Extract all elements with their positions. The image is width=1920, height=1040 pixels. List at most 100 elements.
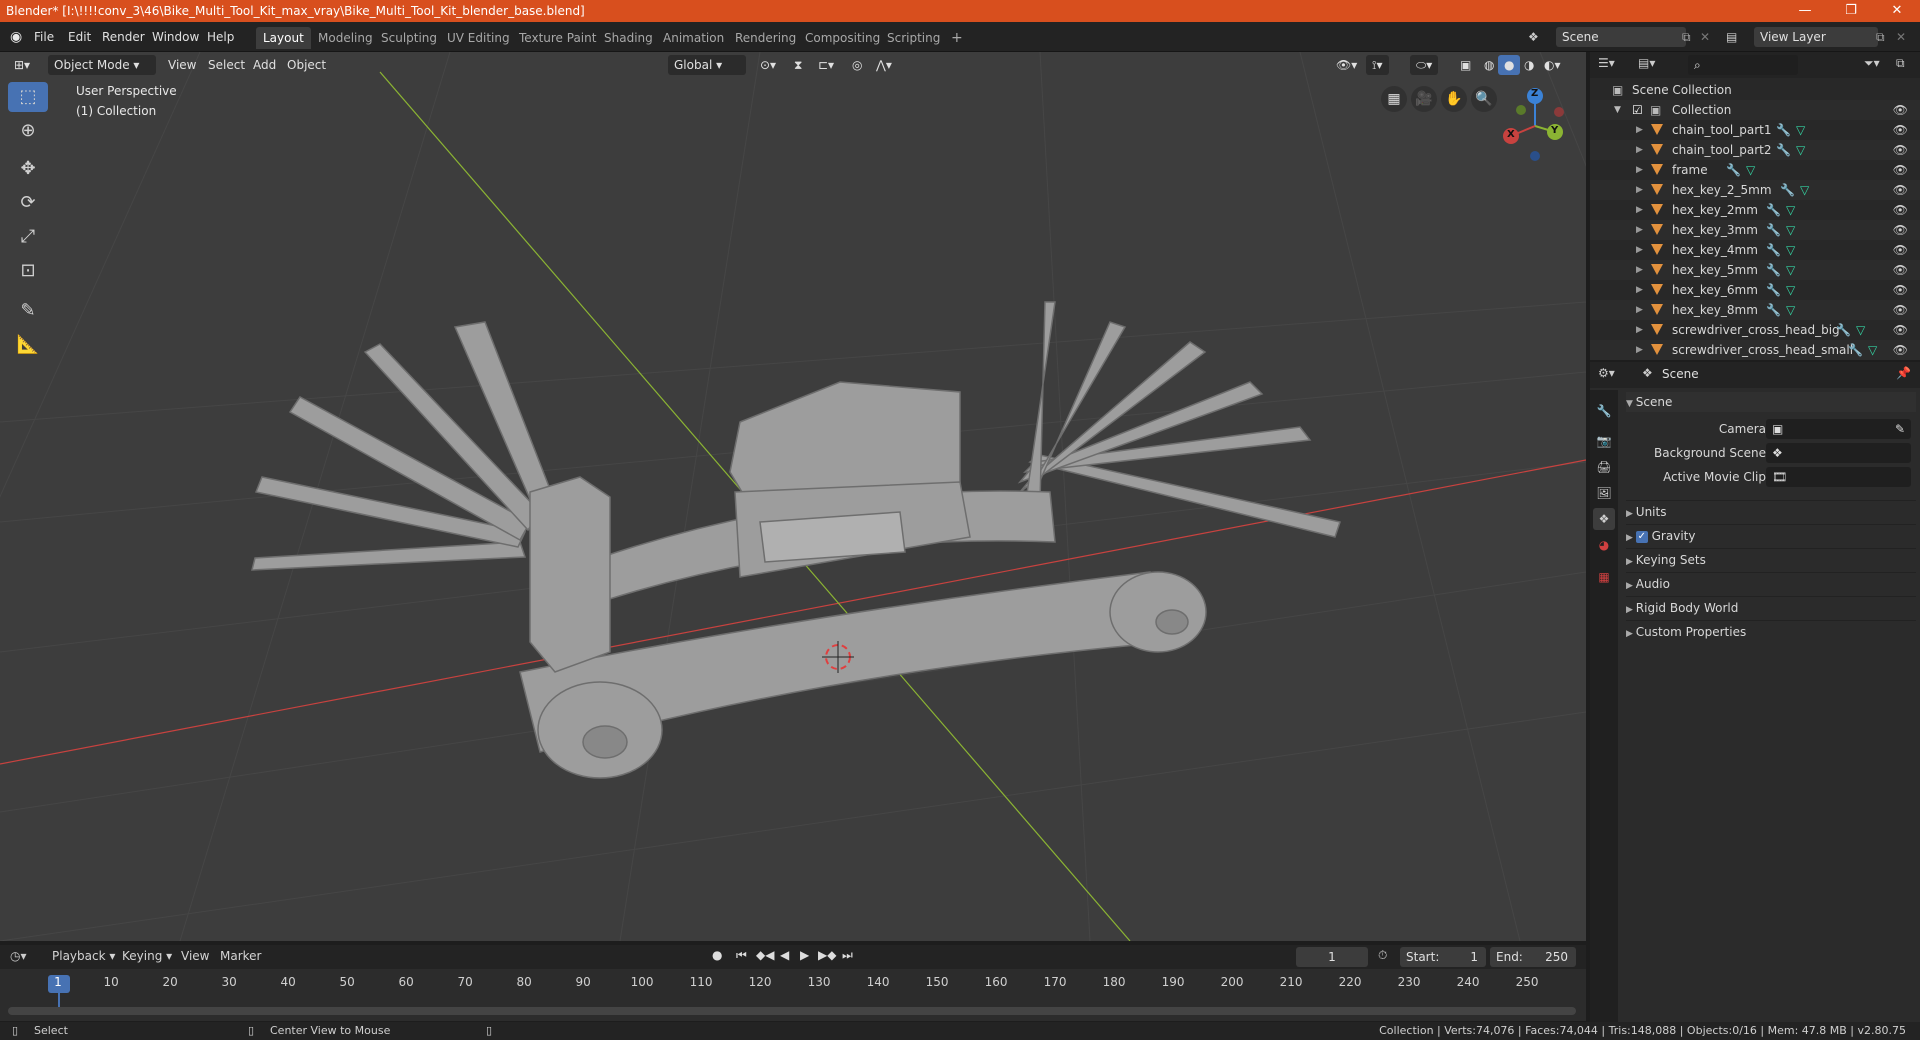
camera-field[interactable]: ▣ ✎ — [1766, 419, 1911, 439]
keying-menu[interactable]: Keying ▾ — [122, 949, 172, 963]
blender-logo-icon[interactable]: ◉ — [10, 28, 22, 46]
view-layer-field[interactable]: View Layer — [1754, 27, 1878, 47]
annotate-tool-icon[interactable]: ✎ — [8, 296, 48, 326]
visibility-icon[interactable]: 👁▾ — [1330, 55, 1363, 75]
mesh-data-icon[interactable]: ▽ — [1786, 240, 1795, 260]
mesh-data-icon[interactable]: ▽ — [1746, 160, 1755, 180]
gravity-section[interactable]: ▶ ✓ Gravity — [1626, 524, 1916, 546]
modifier-wrench-icon[interactable]: 🔧 — [1848, 340, 1863, 360]
pivot-icon[interactable]: ⊙▾ — [754, 55, 782, 75]
scene-panel-header[interactable]: ▼ Scene — [1626, 392, 1916, 412]
mesh-data-icon[interactable]: ▽ — [1856, 320, 1865, 340]
tab-animation[interactable]: Animation — [656, 27, 731, 49]
mesh-data-icon[interactable]: ▽ — [1786, 220, 1795, 240]
filter-icon[interactable]: ⏷▾ — [1864, 56, 1880, 71]
modifier-wrench-icon[interactable]: 🔧 — [1766, 260, 1781, 280]
new-view-layer-icon[interactable]: ⧉ — [1876, 28, 1885, 46]
new-collection-icon[interactable]: ⧉ — [1896, 56, 1905, 71]
mesh-data-icon[interactable]: ▽ — [1796, 140, 1805, 160]
falloff-icon[interactable]: ⋀▾ — [870, 55, 898, 75]
pan-view-icon[interactable]: ✋ — [1441, 86, 1467, 112]
modifier-wrench-icon[interactable]: 🔧 — [1766, 240, 1781, 260]
outliner-object-row[interactable]: ▶ hex_key_2mm 🔧 ▽ 👁 — [1590, 200, 1920, 220]
eye-icon[interactable]: 👁 — [1893, 260, 1908, 280]
gizmo-toggle-icon[interactable]: ⟟▾ — [1366, 55, 1389, 75]
expand-arrow-icon[interactable]: ▶ — [1636, 200, 1643, 220]
jump-end-icon[interactable]: ⏭ — [842, 948, 853, 963]
mesh-data-icon[interactable]: ▽ — [1868, 340, 1877, 360]
outliner-object-row[interactable]: ▶ screwdriver_cross_head_big 🔧 ▽ 👁 — [1590, 320, 1920, 340]
playback-menu[interactable]: Playback ▾ — [52, 949, 115, 963]
display-mode-icon[interactable]: ▤▾ — [1638, 56, 1655, 70]
modifier-wrench-icon[interactable]: 🔧 — [1726, 160, 1741, 180]
expand-arrow-icon[interactable]: ▶ — [1636, 300, 1643, 320]
tab-shading[interactable]: Shading — [597, 27, 660, 49]
zoom-view-icon[interactable]: 🔍 — [1471, 86, 1497, 112]
play-icon[interactable]: ▶ — [800, 948, 809, 962]
transform-tool-icon[interactable]: ⊡ — [8, 256, 48, 286]
scene-name-field[interactable]: Scene — [1556, 27, 1686, 47]
rigid-body-world-section[interactable]: ▶ Rigid Body World — [1626, 596, 1916, 618]
world-tab-icon[interactable]: ◕ — [1593, 534, 1615, 556]
tab-texture-paint[interactable]: Texture Paint — [512, 27, 603, 49]
outliner-object-row[interactable]: ▶ hex_key_5mm 🔧 ▽ 👁 — [1590, 260, 1920, 280]
outliner-search-input[interactable]: ⌕ — [1688, 55, 1798, 75]
tab-rendering[interactable]: Rendering — [728, 27, 803, 49]
mesh-data-icon[interactable]: ▽ — [1786, 300, 1795, 320]
maximize-button[interactable]: ❐ — [1828, 0, 1874, 22]
eyedropper-icon[interactable]: ✎ — [1895, 418, 1905, 440]
prev-keyframe-icon[interactable]: ◆◀ — [756, 948, 774, 962]
tab-uv-editing[interactable]: UV Editing — [440, 27, 517, 49]
scene-tab-icon[interactable]: ❖ — [1593, 508, 1615, 530]
outliner-object-row[interactable]: ▶ frame 🔧 ▽ 👁 — [1590, 160, 1920, 180]
menu-view[interactable]: View — [162, 55, 202, 75]
marker-menu[interactable]: Marker — [220, 949, 261, 963]
scene-selector-icon[interactable]: ❖ — [1528, 28, 1539, 46]
snap-icon[interactable]: ⧗ — [788, 55, 808, 75]
collection-checkbox-icon[interactable]: ☑ — [1632, 100, 1643, 120]
eye-icon[interactable]: 👁 — [1893, 140, 1908, 160]
mesh-data-icon[interactable]: ▽ — [1786, 200, 1795, 220]
tab-compositing[interactable]: Compositing — [798, 27, 887, 49]
rotate-tool-icon[interactable]: ⟳ — [8, 188, 48, 218]
view-layer-icon[interactable]: ▤ — [1726, 28, 1737, 46]
menu-file[interactable]: File — [34, 28, 54, 46]
outliner-object-row[interactable]: ▶ chain_tool_part1 🔧 ▽ 👁 — [1590, 120, 1920, 140]
end-frame-field[interactable]: End: 250 — [1490, 947, 1576, 967]
toggle-camera-view-icon[interactable]: ▦ — [1381, 86, 1407, 112]
3d-viewport[interactable]: ⊞▾ Object Mode ▾ View Select Add Object … — [0, 52, 1586, 941]
navigation-gizmo[interactable]: Z Y X — [1495, 86, 1575, 166]
tab-layout[interactable]: Layout — [256, 27, 311, 49]
outliner-object-row[interactable]: ▶ hex_key_2_5mm 🔧 ▽ 👁 — [1590, 180, 1920, 200]
modifier-wrench-icon[interactable]: 🔧 — [1766, 280, 1781, 300]
minimize-button[interactable]: — — [1782, 0, 1828, 22]
outliner-collection[interactable]: ▼ ☑ ▣ Collection 👁 — [1590, 100, 1920, 120]
active-movie-clip-field[interactable]: 🎞 — [1766, 467, 1911, 487]
menu-render[interactable]: Render — [102, 28, 145, 46]
proportional-edit-icon[interactable]: ◎ — [846, 55, 868, 75]
rendered-shading-icon[interactable]: ◐▾ — [1538, 55, 1567, 75]
delete-view-layer-icon[interactable]: ✕ — [1896, 28, 1906, 46]
timeline-scrollbar[interactable] — [8, 1007, 1576, 1015]
close-button[interactable]: ✕ — [1874, 0, 1920, 22]
audio-section[interactable]: ▶ Audio — [1626, 572, 1916, 594]
expand-arrow-icon[interactable]: ▶ — [1636, 180, 1643, 200]
select-box-tool-icon[interactable]: ⬚ — [8, 82, 48, 112]
outliner-object-row[interactable]: ▶ hex_key_3mm 🔧 ▽ 👁 — [1590, 220, 1920, 240]
outliner-object-row[interactable]: ▶ hex_key_8mm 🔧 ▽ 👁 — [1590, 300, 1920, 320]
expand-arrow-icon[interactable]: ▶ — [1636, 240, 1643, 260]
eye-icon[interactable]: 👁 — [1893, 180, 1908, 200]
menu-object[interactable]: Object — [281, 55, 332, 75]
scale-tool-icon[interactable]: ⤢ — [8, 222, 48, 252]
properties-editor-type-icon[interactable]: ⚙▾ — [1598, 366, 1615, 380]
modifier-wrench-icon[interactable]: 🔧 — [1776, 120, 1791, 140]
tab-modeling[interactable]: Modeling — [311, 27, 380, 49]
current-frame-field[interactable]: 1 — [1296, 947, 1368, 967]
expand-arrow-icon[interactable]: ▶ — [1636, 140, 1643, 160]
eye-icon[interactable]: 👁 — [1893, 100, 1908, 120]
viewport-scene[interactable] — [0, 52, 1586, 941]
snap-target-icon[interactable]: ⊏▾ — [812, 55, 840, 75]
eye-icon[interactable]: 👁 — [1893, 300, 1908, 320]
menu-edit[interactable]: Edit — [68, 28, 91, 46]
tab-scripting[interactable]: Scripting — [880, 27, 947, 49]
